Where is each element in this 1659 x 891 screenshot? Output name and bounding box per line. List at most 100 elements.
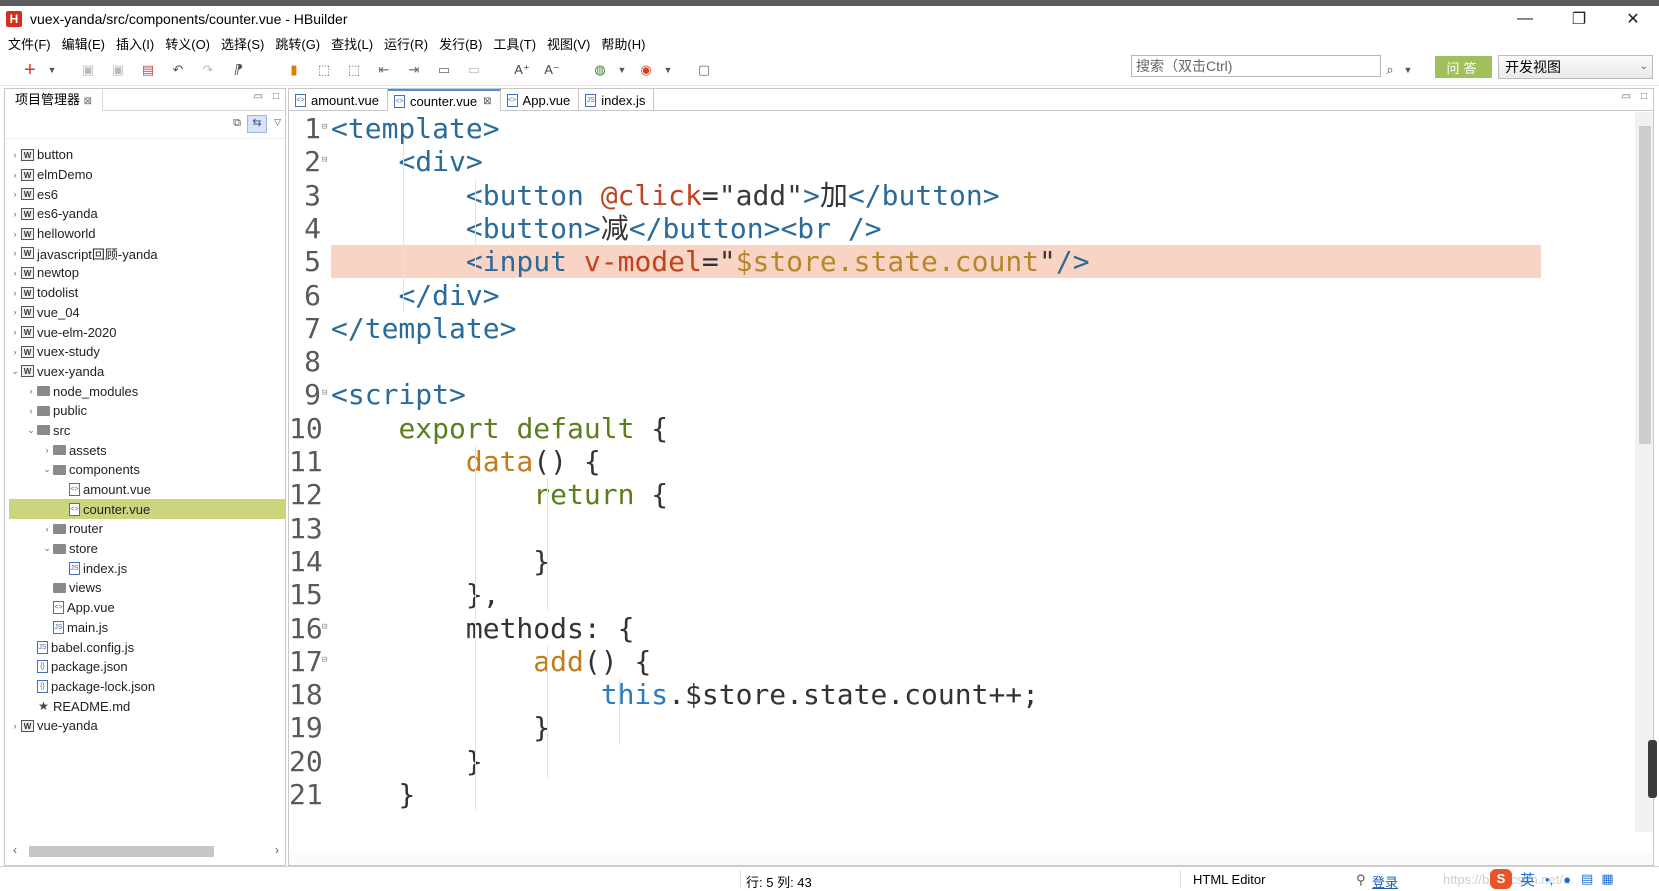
- tree-item[interactable]: › WelmDemo: [9, 165, 285, 185]
- bookmark-icon[interactable]: ▮: [284, 60, 304, 80]
- login-link[interactable]: 登录: [1372, 872, 1398, 891]
- chevron-right-icon[interactable]: ›: [9, 327, 21, 337]
- tree-item[interactable]: JS babel.config.js: [9, 637, 285, 657]
- code-area[interactable]: 1 ⊟ <template> 2 ⊟ <div> 3 <button @click="ad…: [289, 112, 1619, 832]
- search-dropdown-icon[interactable]: ▼: [1398, 60, 1418, 80]
- minimize-editor-icon[interactable]: ▭: [1622, 91, 1631, 102]
- chevron-right-icon[interactable]: ›: [9, 347, 21, 357]
- menu-goto[interactable]: 跳转(G): [275, 34, 320, 53]
- chevron-right-icon[interactable]: ›: [25, 386, 37, 396]
- tree-item[interactable]: <> counter.vue: [9, 499, 285, 520]
- code-line[interactable]: 21 }: [289, 778, 1619, 811]
- menu-view[interactable]: 视图(V): [547, 34, 590, 53]
- code-line[interactable]: 13: [289, 512, 1619, 545]
- code-line[interactable]: 4 <button>减</button><br />: [289, 212, 1619, 245]
- tree-item[interactable]: › Wbutton: [9, 145, 285, 165]
- chevron-right-icon[interactable]: ›: [9, 307, 21, 317]
- tree-item[interactable]: › Wvue-yanda: [9, 716, 285, 736]
- horizontal-scrollbar[interactable]: ‹ ›: [11, 843, 281, 859]
- code-line[interactable]: 9 ⊟ <script>: [289, 378, 1619, 411]
- goto-start-icon[interactable]: ⇤: [374, 60, 394, 80]
- font-decrease-icon[interactable]: A⁻: [542, 60, 562, 80]
- ime-punct-toggle[interactable]: •,: [1545, 872, 1553, 887]
- menu-help[interactable]: 帮助(H): [601, 34, 645, 53]
- view-select[interactable]: 开发视图 ⌄: [1498, 55, 1653, 79]
- menu-insert[interactable]: 插入(I): [116, 34, 154, 53]
- tab-amount-vue[interactable]: <> amount.vue: [289, 89, 388, 111]
- menu-edit[interactable]: 编辑(E): [62, 34, 105, 53]
- tree-item[interactable]: {} package.json: [9, 657, 285, 677]
- undo-icon[interactable]: ↶: [168, 60, 188, 80]
- keyboard-icon[interactable]: ▤: [1581, 871, 1593, 887]
- menu-escape[interactable]: 转义(O): [165, 34, 210, 53]
- new-icon[interactable]: +: [20, 59, 40, 81]
- code-line[interactable]: 11 data() {: [289, 445, 1619, 478]
- scroll-right-icon[interactable]: ›: [275, 843, 279, 857]
- scroll-left-icon[interactable]: ‹: [13, 843, 17, 857]
- tree-item[interactable]: JS main.js: [9, 618, 285, 638]
- code-line[interactable]: 20 }: [289, 745, 1619, 778]
- format-icon[interactable]: ⁋: [228, 60, 248, 80]
- chevron-right-icon[interactable]: ›: [9, 150, 21, 160]
- restore-button[interactable]: ❐: [1556, 6, 1602, 32]
- tab-counter-vue[interactable]: <> counter.vue ⊠: [387, 89, 501, 111]
- chevron-right-icon[interactable]: ›: [41, 524, 53, 534]
- open-file-icon[interactable]: ⬚: [314, 60, 334, 80]
- scroll-thumb[interactable]: [29, 846, 214, 857]
- tree-item[interactable]: › Whelloworld: [9, 224, 285, 244]
- chevron-right-icon[interactable]: ›: [9, 721, 21, 731]
- ask-button[interactable]: 问答: [1435, 56, 1492, 78]
- tree-item[interactable]: › Wes6: [9, 184, 285, 204]
- save-icon[interactable]: ▣: [78, 60, 98, 80]
- tree-item[interactable]: ⌄ components: [9, 460, 285, 480]
- tree-item[interactable]: ⌄ src: [9, 421, 285, 441]
- tree-item[interactable]: ★ README.md: [9, 696, 285, 716]
- link-editor-icon[interactable]: ⇆: [247, 115, 267, 133]
- code-line[interactable]: 14 }: [289, 545, 1619, 578]
- tree-item[interactable]: › Wvue-elm-2020: [9, 322, 285, 342]
- preview-icon[interactable]: ▢: [694, 60, 714, 80]
- tree-item[interactable]: › Wtodolist: [9, 283, 285, 303]
- code-line[interactable]: 12 return {: [289, 478, 1619, 511]
- menu-run[interactable]: 运行(R): [384, 34, 428, 53]
- tree-item[interactable]: › Wes6-yanda: [9, 204, 285, 224]
- tree-item[interactable]: views: [9, 578, 285, 598]
- code-line[interactable]: 10 export default {: [289, 412, 1619, 445]
- code-line[interactable]: 2 ⊟ <div>: [289, 145, 1619, 178]
- chevron-right-icon[interactable]: ›: [9, 268, 21, 278]
- fold-toggle-icon[interactable]: ⊟: [322, 612, 330, 642]
- menu-select[interactable]: 选择(S): [221, 34, 264, 53]
- run-dropdown-icon[interactable]: ▼: [612, 60, 632, 80]
- maximize-editor-icon[interactable]: □: [1641, 91, 1647, 102]
- ime-lang-toggle[interactable]: 英: [1520, 869, 1535, 890]
- tree-item[interactable]: › assets: [9, 440, 285, 460]
- chevron-right-icon[interactable]: ›: [9, 229, 21, 239]
- chevron-right-icon[interactable]: ›: [9, 288, 21, 298]
- tree-item[interactable]: › public: [9, 401, 285, 421]
- tree-item[interactable]: › router: [9, 519, 285, 539]
- export-icon[interactable]: ⬚: [344, 60, 364, 80]
- fold-toggle-icon[interactable]: ⊟: [322, 145, 330, 175]
- fold-toggle-icon[interactable]: ⊟: [322, 645, 330, 675]
- minimize-panel-icon[interactable]: ▭: [254, 91, 263, 102]
- chevron-right-icon[interactable]: ›: [9, 209, 21, 219]
- tree-item[interactable]: ⌄ Wvuex-yanda: [9, 362, 285, 382]
- side-handle[interactable]: [1648, 740, 1657, 798]
- code-line[interactable]: 15 },: [289, 578, 1619, 611]
- menu-find[interactable]: 查找(L): [331, 34, 373, 53]
- search-input[interactable]: 搜索（双击Ctrl): [1131, 55, 1381, 77]
- browser-dropdown-icon[interactable]: ▼: [658, 60, 678, 80]
- tree-item[interactable]: JS index.js: [9, 558, 285, 578]
- chevron-right-icon[interactable]: ›: [25, 406, 37, 416]
- chevron-right-icon[interactable]: ›: [9, 248, 21, 258]
- ime-menu-icon[interactable]: ▦: [1601, 871, 1613, 887]
- tree-item[interactable]: › node_modules: [9, 381, 285, 401]
- tree-item[interactable]: <> App.vue: [9, 598, 285, 618]
- code-line[interactable]: 17 ⊟ add() {: [289, 645, 1619, 678]
- tree-item[interactable]: <> amount.vue: [9, 480, 285, 500]
- fold-toggle-icon[interactable]: ⊟: [322, 378, 330, 408]
- chevron-down-icon[interactable]: ⌄: [9, 366, 21, 377]
- editor-horizontal-scrollbar[interactable]: [289, 853, 1653, 865]
- code-line[interactable]: 7 </template>: [289, 312, 1619, 345]
- search-icon[interactable]: ⌕: [1380, 60, 1400, 80]
